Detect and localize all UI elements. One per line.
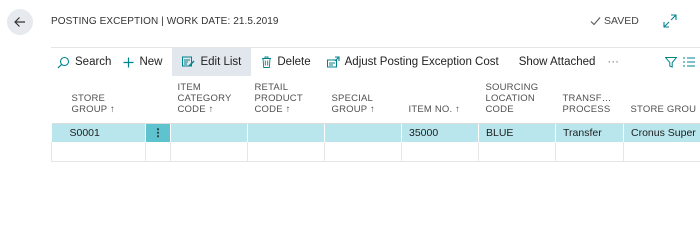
- col-header-item-no[interactable]: ITEM NO. ↑: [401, 76, 479, 124]
- filter-button[interactable]: [659, 48, 683, 76]
- col-header-item-category-code[interactable]: ITEM CATEGORY CODE ↑: [170, 76, 248, 124]
- arrow-left-icon: [14, 17, 25, 27]
- more-options-label: ···: [607, 56, 619, 68]
- table-row[interactable]: S0001 ⋮ 35000 BLUE Transfer Cronus Super: [51, 123, 700, 142]
- empty-cell[interactable]: [170, 142, 248, 162]
- search-button[interactable]: Search: [51, 48, 117, 76]
- empty-cell[interactable]: [478, 142, 556, 162]
- expand-icon: [663, 14, 677, 28]
- filter-icon: [664, 56, 677, 68]
- cell-store-group[interactable]: S0001: [51, 123, 146, 142]
- empty-cell[interactable]: [51, 142, 146, 162]
- adjust-label: Adjust Posting Exception Cost: [344, 56, 499, 68]
- show-attached-label: Show Attached: [518, 56, 596, 68]
- more-options-button[interactable]: ···: [601, 48, 625, 76]
- new-entry-row[interactable]: [51, 142, 700, 162]
- cell-item-category-code[interactable]: [170, 123, 248, 142]
- page-title: POSTING EXCEPTION | WORK DATE: 21.5.2019: [51, 16, 279, 27]
- action-bar: Search New Edit List Delete Adjust Posti…: [51, 47, 700, 76]
- new-label: New: [139, 56, 163, 68]
- adjust-cost-icon: [326, 56, 340, 68]
- cell-store-group-name[interactable]: Cronus Super: [623, 123, 700, 142]
- edit-list-icon: [182, 56, 195, 67]
- col-header-transfer-process[interactable]: TRANSF… PROCESS: [555, 76, 624, 124]
- cell-special-group[interactable]: [324, 123, 402, 142]
- list-view-button[interactable]: [682, 48, 700, 76]
- empty-cell[interactable]: [623, 142, 700, 162]
- saved-status: SAVED: [590, 15, 639, 27]
- cell-sourcing-location-code[interactable]: BLUE: [478, 123, 556, 142]
- empty-cell[interactable]: [555, 142, 624, 162]
- edit-list-label: Edit List: [200, 56, 242, 68]
- col-header-sourcing-location-code[interactable]: SOURCING LOCATION CODE: [478, 76, 556, 124]
- search-icon: [57, 56, 70, 68]
- checkmark-icon: [590, 17, 601, 26]
- saved-label: SAVED: [604, 15, 639, 27]
- back-button[interactable]: [7, 9, 33, 35]
- show-attached-button[interactable]: Show Attached: [513, 48, 602, 76]
- cell-transfer-process[interactable]: Transfer: [555, 123, 624, 142]
- plus-icon: [123, 57, 134, 67]
- posting-exception-table: STORE GROUP ↑ ITEM CATEGORY CODE ↑ RETAIL PR…: [51, 76, 700, 162]
- row-actions-button[interactable]: ⋮: [145, 123, 171, 142]
- edit-list-button[interactable]: Edit List: [172, 48, 252, 76]
- col-header-row-actions: [145, 76, 171, 124]
- delete-label: Delete: [277, 56, 311, 68]
- cell-item-no[interactable]: 35000: [401, 123, 479, 142]
- cell-retail-product-code[interactable]: [247, 123, 325, 142]
- delete-button[interactable]: Delete: [255, 48, 316, 76]
- search-label: Search: [75, 56, 112, 68]
- empty-cell[interactable]: [145, 142, 171, 162]
- col-header-retail-product-code[interactable]: RETAIL PRODUCT CODE ↑: [247, 76, 325, 124]
- empty-cell[interactable]: [401, 142, 479, 162]
- trash-icon: [262, 56, 272, 68]
- list-icon: [682, 57, 695, 67]
- empty-cell[interactable]: [324, 142, 402, 162]
- col-header-store-group[interactable]: STORE GROUP ↑: [51, 76, 146, 124]
- table-header-row: STORE GROUP ↑ ITEM CATEGORY CODE ↑ RETAIL PR…: [51, 76, 700, 124]
- col-header-store-group-name[interactable]: STORE GROU: [623, 76, 700, 124]
- expand-button[interactable]: [662, 13, 678, 29]
- empty-cell[interactable]: [247, 142, 325, 162]
- col-header-special-group[interactable]: SPECIAL GROUP ↑: [324, 76, 402, 124]
- adjust-posting-exception-cost-button[interactable]: Adjust Posting Exception Cost: [321, 48, 505, 76]
- new-button[interactable]: New: [117, 48, 168, 76]
